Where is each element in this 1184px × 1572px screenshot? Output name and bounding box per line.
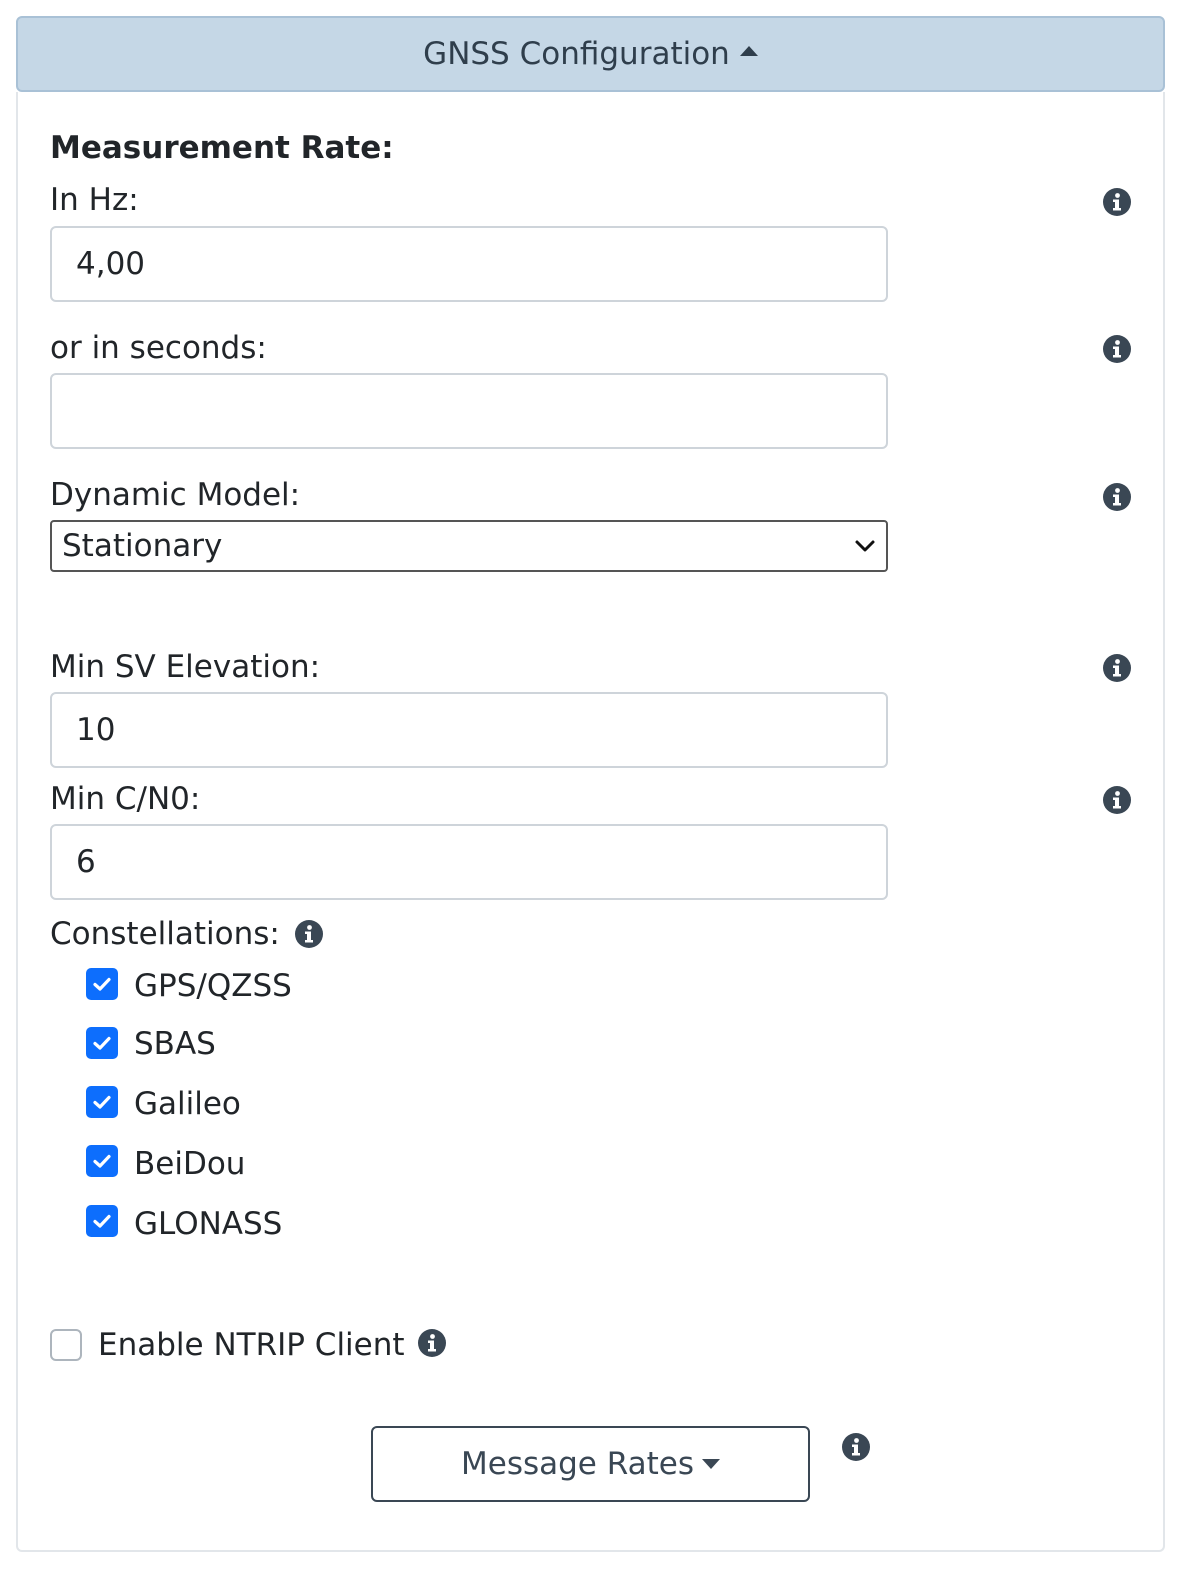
header-title: GNSS Configuration bbox=[423, 36, 730, 72]
min-sv-elevation-label: Min SV Elevation: bbox=[50, 649, 321, 685]
checkbox-gps-qzss[interactable] bbox=[86, 968, 118, 1000]
message-rates-button[interactable]: Message Rates bbox=[371, 1426, 810, 1502]
checkbox-beidou[interactable] bbox=[86, 1145, 118, 1177]
constellations-label: Constellations: bbox=[50, 916, 280, 952]
constellation-label: BeiDou bbox=[134, 1146, 246, 1182]
info-circle-icon[interactable] bbox=[1102, 653, 1132, 683]
hz-label: In Hz: bbox=[50, 182, 139, 218]
checkbox-sbas[interactable] bbox=[86, 1027, 118, 1059]
checkmark-icon bbox=[90, 1090, 114, 1114]
info-circle-icon[interactable] bbox=[294, 919, 324, 949]
dynamic-model-select[interactable]: Stationary bbox=[50, 520, 888, 572]
measurement-rate-heading: Measurement Rate: bbox=[50, 130, 394, 166]
seconds-label: or in seconds: bbox=[50, 330, 267, 366]
constellation-label: GLONASS bbox=[134, 1206, 283, 1242]
checkmark-icon bbox=[90, 1149, 114, 1173]
caret-up-icon bbox=[739, 46, 758, 56]
enable-ntrip-checkbox[interactable] bbox=[50, 1329, 82, 1361]
enable-ntrip-label: Enable NTRIP Client bbox=[98, 1327, 405, 1363]
info-circle-icon[interactable] bbox=[1102, 187, 1132, 217]
checkmark-icon bbox=[90, 972, 114, 996]
checkbox-glonass[interactable] bbox=[86, 1205, 118, 1237]
message-rates-label: Message Rates bbox=[461, 1446, 694, 1482]
constellation-label: GPS/QZSS bbox=[134, 968, 292, 1004]
constellation-label: SBAS bbox=[134, 1026, 216, 1062]
checkmark-icon bbox=[90, 1209, 114, 1233]
gnss-config-header[interactable]: GNSS Configuration bbox=[16, 16, 1165, 92]
checkbox-galileo[interactable] bbox=[86, 1086, 118, 1118]
info-circle-icon[interactable] bbox=[1102, 785, 1132, 815]
caret-down-icon bbox=[701, 1459, 720, 1469]
info-circle-icon[interactable] bbox=[1102, 334, 1132, 364]
dynamic-model-selected: Stationary bbox=[62, 528, 223, 564]
dynamic-model-label: Dynamic Model: bbox=[50, 477, 301, 513]
checkmark-icon bbox=[90, 1031, 114, 1055]
info-circle-icon[interactable] bbox=[417, 1328, 447, 1358]
min-sv-elevation-input[interactable] bbox=[50, 692, 888, 768]
info-circle-icon[interactable] bbox=[1102, 482, 1132, 512]
constellation-label: Galileo bbox=[134, 1086, 241, 1122]
hz-input[interactable] bbox=[50, 226, 888, 302]
min-cn0-input[interactable] bbox=[50, 824, 888, 900]
chevron-down-icon bbox=[855, 540, 875, 552]
info-circle-icon[interactable] bbox=[841, 1432, 871, 1462]
min-cn0-label: Min C/N0: bbox=[50, 781, 201, 817]
seconds-input[interactable] bbox=[50, 373, 888, 449]
